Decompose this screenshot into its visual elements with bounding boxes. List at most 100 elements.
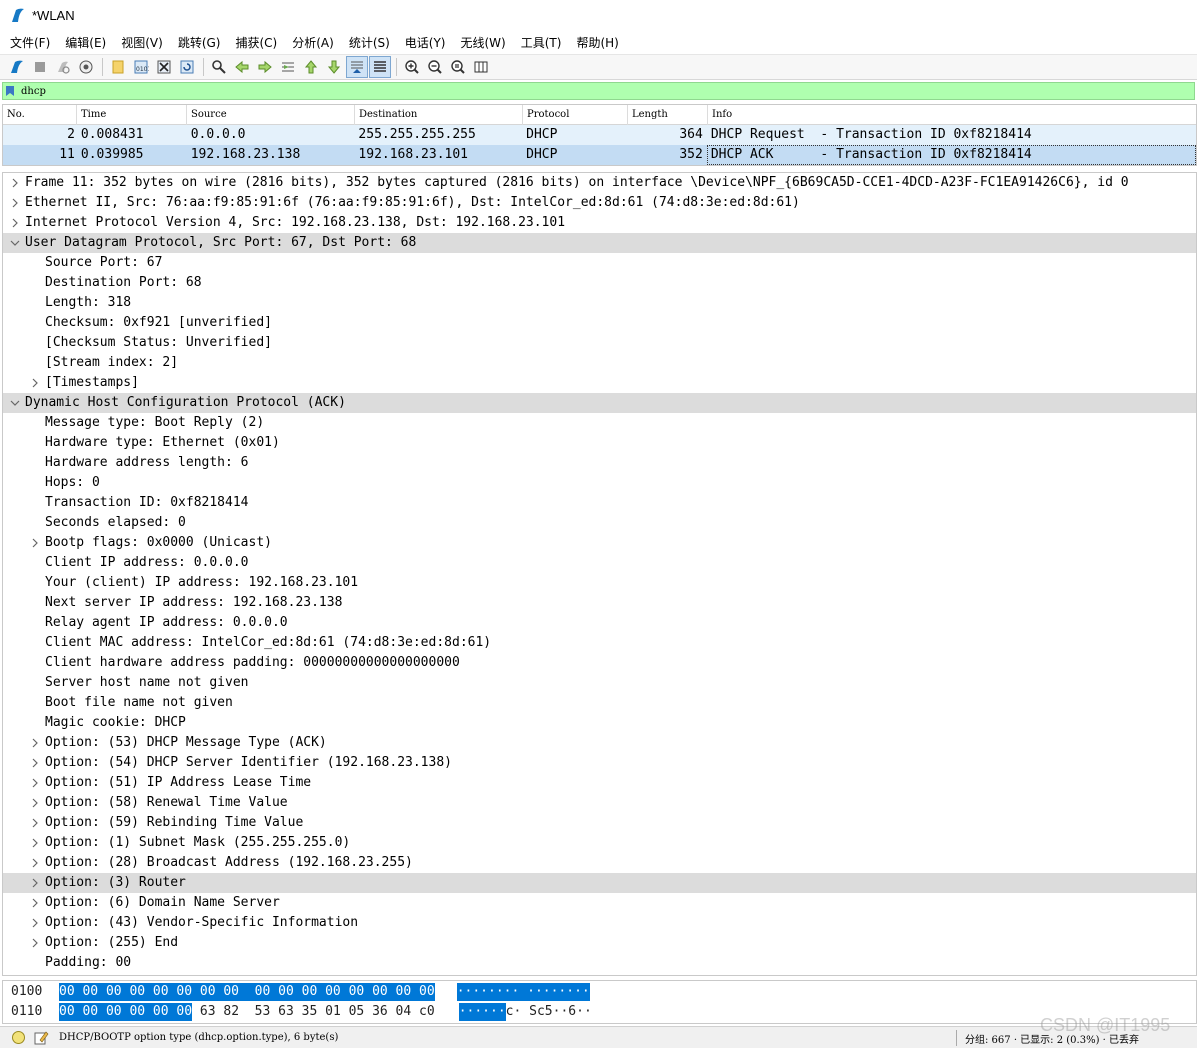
column-header-time[interactable]: Time: [77, 105, 187, 125]
bytes-row[interactable]: 0100 00 00 00 00 00 00 00 00 00 00 00 00…: [3, 983, 1196, 1001]
detail-tree-item[interactable]: Magic cookie: DHCP: [3, 713, 1196, 733]
menu-item-7[interactable]: 电话(Y): [399, 32, 452, 53]
detail-tree-item[interactable]: Option: (59) Rebinding Time Value: [3, 813, 1196, 833]
chevron-right-icon[interactable]: [25, 738, 45, 748]
reload-file-icon[interactable]: [176, 56, 198, 78]
detail-tree-item[interactable]: User Datagram Protocol, Src Port: 67, Ds…: [3, 233, 1196, 253]
chevron-right-icon[interactable]: [25, 858, 45, 868]
detail-tree-item[interactable]: Internet Protocol Version 4, Src: 192.16…: [3, 213, 1196, 233]
zoom-in-icon[interactable]: [401, 56, 423, 78]
detail-tree-item[interactable]: Option: (3) Router: [3, 873, 1196, 893]
detail-tree-item[interactable]: [Stream index: 2]: [3, 353, 1196, 373]
detail-tree-item[interactable]: Your (client) IP address: 192.168.23.101: [3, 573, 1196, 593]
detail-tree-item[interactable]: Option: (255) End: [3, 933, 1196, 953]
detail-tree-item[interactable]: Client MAC address: IntelCor_ed:8d:61 (7…: [3, 633, 1196, 653]
capture-options-icon[interactable]: [75, 56, 97, 78]
detail-tree-item[interactable]: Option: (28) Broadcast Address (192.168.…: [3, 853, 1196, 873]
chevron-right-icon[interactable]: [5, 198, 25, 208]
close-file-icon[interactable]: [153, 56, 175, 78]
packet-row[interactable]: 2 0.008431 0.0.0.0 255.255.255.255 DHCP …: [3, 125, 1196, 145]
autoscroll-icon[interactable]: [346, 56, 368, 78]
filter-bookmark-icon[interactable]: [3, 83, 17, 99]
chevron-right-icon[interactable]: [25, 818, 45, 828]
menu-item-4[interactable]: 捕获(C): [229, 32, 283, 53]
detail-tree-item[interactable]: Length: 318: [3, 293, 1196, 313]
column-header-protocol[interactable]: Protocol: [523, 105, 628, 125]
menu-item-10[interactable]: 帮助(H): [570, 32, 624, 53]
find-packet-icon[interactable]: [208, 56, 230, 78]
detail-tree-item[interactable]: Ethernet II, Src: 76:aa:f9:85:91:6f (76:…: [3, 193, 1196, 213]
packet-row-selected[interactable]: 11 0.039985 192.168.23.138 192.168.23.10…: [3, 145, 1196, 165]
detail-tree-item[interactable]: Option: (1) Subnet Mask (255.255.255.0): [3, 833, 1196, 853]
open-file-icon[interactable]: [107, 56, 129, 78]
resize-columns-icon[interactable]: [470, 56, 492, 78]
detail-tree-item[interactable]: Padding: 00: [3, 953, 1196, 973]
zoom-normal-icon[interactable]: [447, 56, 469, 78]
detail-tree-item[interactable]: Hops: 0: [3, 473, 1196, 493]
chevron-right-icon[interactable]: [5, 218, 25, 228]
detail-tree-item[interactable]: Option: (51) IP Address Lease Time: [3, 773, 1196, 793]
detail-tree-item[interactable]: Option: (6) Domain Name Server: [3, 893, 1196, 913]
detail-tree-item[interactable]: Relay agent IP address: 0.0.0.0: [3, 613, 1196, 633]
chevron-right-icon[interactable]: [25, 938, 45, 948]
detail-tree-item[interactable]: [Checksum Status: Unverified]: [3, 333, 1196, 353]
detail-tree-item[interactable]: Destination Port: 68: [3, 273, 1196, 293]
column-header-source[interactable]: Source: [187, 105, 355, 125]
chevron-right-icon[interactable]: [25, 838, 45, 848]
chevron-right-icon[interactable]: [25, 918, 45, 928]
chevron-right-icon[interactable]: [5, 178, 25, 188]
menu-item-5[interactable]: 分析(A): [286, 32, 340, 53]
detail-tree-item[interactable]: Option: (58) Renewal Time Value: [3, 793, 1196, 813]
detail-tree-item[interactable]: Client IP address: 0.0.0.0: [3, 553, 1196, 573]
detail-tree-item[interactable]: Hardware type: Ethernet (0x01): [3, 433, 1196, 453]
detail-tree-item[interactable]: Seconds elapsed: 0: [3, 513, 1196, 533]
zoom-out-icon[interactable]: [424, 56, 446, 78]
stop-capture-icon[interactable]: [29, 56, 51, 78]
first-packet-icon[interactable]: [300, 56, 322, 78]
detail-tree-item[interactable]: Frame 11: 352 bytes on wire (2816 bits),…: [3, 173, 1196, 193]
display-filter-input[interactable]: [17, 83, 1177, 99]
detail-tree-item[interactable]: Message type: Boot Reply (2): [3, 413, 1196, 433]
menu-item-1[interactable]: 编辑(E): [59, 32, 112, 53]
detail-tree-item[interactable]: [Timestamps]: [3, 373, 1196, 393]
detail-tree-item[interactable]: Client hardware address padding: 0000000…: [3, 653, 1196, 673]
detail-tree-item[interactable]: Option: (43) Vendor-Specific Information: [3, 913, 1196, 933]
detail-tree-item[interactable]: Server host name not given: [3, 673, 1196, 693]
menu-item-0[interactable]: 文件(F): [4, 32, 56, 53]
menu-item-9[interactable]: 工具(T): [515, 32, 568, 53]
chevron-right-icon[interactable]: [25, 378, 45, 388]
last-packet-icon[interactable]: [323, 56, 345, 78]
menu-item-6[interactable]: 统计(S): [343, 32, 396, 53]
edit-comment-icon[interactable]: [33, 1030, 49, 1046]
chevron-down-icon[interactable]: [5, 399, 25, 407]
detail-tree-item[interactable]: Option: (54) DHCP Server Identifier (192…: [3, 753, 1196, 773]
detail-tree-item[interactable]: Next server IP address: 192.168.23.138: [3, 593, 1196, 613]
chevron-right-icon[interactable]: [25, 778, 45, 788]
detail-tree-item[interactable]: Transaction ID: 0xf8218414: [3, 493, 1196, 513]
chevron-right-icon[interactable]: [25, 878, 45, 888]
chevron-right-icon[interactable]: [25, 798, 45, 808]
detail-tree-item[interactable]: Hardware address length: 6: [3, 453, 1196, 473]
column-header-destination[interactable]: Destination: [355, 105, 523, 125]
column-header-no[interactable]: No.: [3, 105, 77, 125]
bytes-row[interactable]: 0110 00 00 00 00 00 00 63 82 53 63 35 01…: [3, 1003, 1196, 1021]
go-to-packet-icon[interactable]: [277, 56, 299, 78]
chevron-right-icon[interactable]: [25, 758, 45, 768]
detail-tree-item[interactable]: Checksum: 0xf921 [unverified]: [3, 313, 1196, 333]
go-back-icon[interactable]: [231, 56, 253, 78]
chevron-right-icon[interactable]: [25, 898, 45, 908]
colorize-icon[interactable]: [369, 56, 391, 78]
menu-item-8[interactable]: 无线(W): [455, 32, 512, 53]
column-header-length[interactable]: Length: [628, 105, 708, 125]
expert-info-icon[interactable]: [12, 1031, 25, 1044]
detail-tree-item[interactable]: Boot file name not given: [3, 693, 1196, 713]
shark-fin-start-icon[interactable]: [6, 56, 28, 78]
chevron-right-icon[interactable]: [25, 538, 45, 548]
detail-tree-item[interactable]: Source Port: 67: [3, 253, 1196, 273]
detail-tree-item[interactable]: Dynamic Host Configuration Protocol (ACK…: [3, 393, 1196, 413]
column-header-info[interactable]: Info: [708, 105, 1194, 125]
detail-tree-item[interactable]: Option: (53) DHCP Message Type (ACK): [3, 733, 1196, 753]
chevron-down-icon[interactable]: [5, 239, 25, 247]
menu-item-3[interactable]: 跳转(G): [172, 32, 227, 53]
restart-capture-icon[interactable]: [52, 56, 74, 78]
